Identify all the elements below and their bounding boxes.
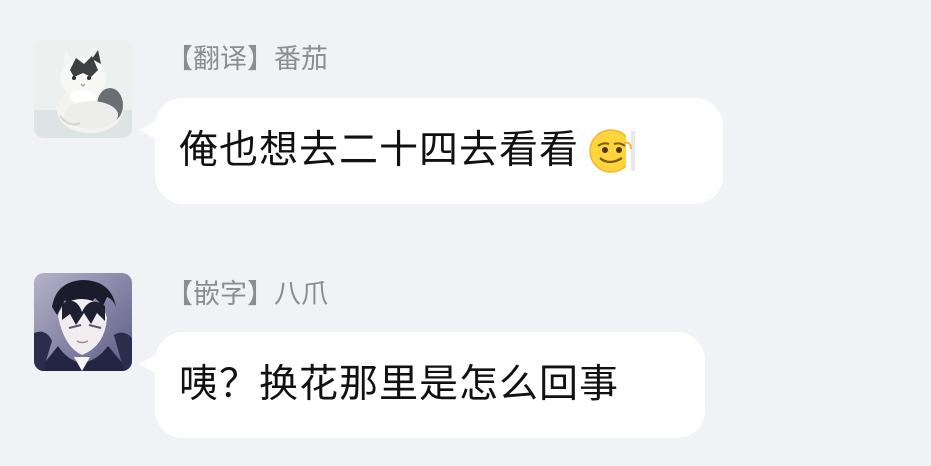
message-bubble[interactable]: 俺也想去二十四去看看 [139, 98, 723, 204]
sender-role-tag: 【翻译】 [166, 44, 274, 75]
sender-name: 【嵌字】八爪 [166, 277, 328, 313]
sender-role-tag: 【嵌字】 [166, 279, 274, 310]
cat-avatar-icon [34, 40, 132, 138]
sender-name-text: 番茄 [274, 44, 328, 75]
chat-message: 【翻译】番茄 俺也想去二十四去看看 [0, 0, 931, 230]
anime-character-avatar-icon [34, 273, 132, 371]
message-bubble[interactable]: 咦？换花那里是怎么回事 [139, 332, 705, 438]
cat-avatar[interactable] [34, 40, 132, 138]
sender-name-text: 八爪 [274, 279, 328, 310]
sender-name: 【翻译】番茄 [166, 42, 328, 78]
peek-smile-emoji-icon [585, 123, 641, 179]
message-text: 俺也想去二十四去看看 [179, 128, 580, 173]
anime-character-avatar[interactable] [34, 273, 132, 371]
chat-message: 【嵌字】八爪 咦？换花那里是怎么回事 [0, 230, 931, 466]
message-text: 咦？换花那里是怎么回事 [179, 362, 620, 407]
